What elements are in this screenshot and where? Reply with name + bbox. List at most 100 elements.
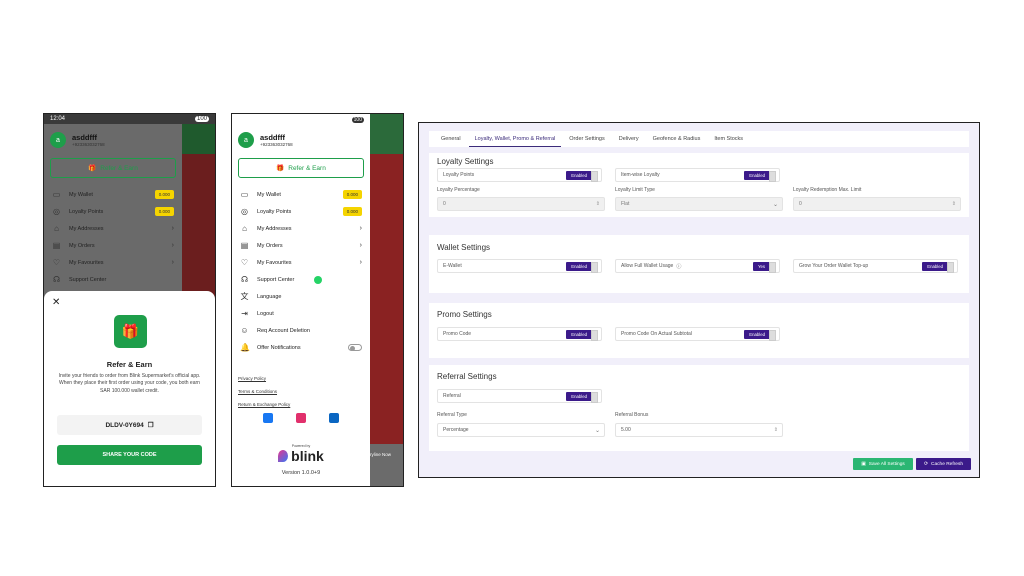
loyalty-icon: ◎ <box>241 207 248 216</box>
gift-icon: 🎁 <box>114 315 147 348</box>
menu-label: Support Center <box>69 276 107 283</box>
return-policy-link[interactable]: Return & Exchange Policy <box>238 398 364 411</box>
admin-settings-panel: General Loyalty, Wallet, Promo & Referra… <box>418 122 980 478</box>
wallet-icon: ▭ <box>52 190 61 199</box>
loyalty-points-toggle[interactable]: Enabled <box>566 171 598 182</box>
menu-label: Support Center <box>257 276 295 283</box>
privacy-policy-link[interactable]: Privacy Policy <box>238 372 364 385</box>
refer-earn-button[interactable]: 🎁 Refer & Earn <box>50 158 176 178</box>
save-icon: ▣ <box>861 461 866 467</box>
loyalty-percentage-label: Loyalty Percentage <box>437 187 480 193</box>
address-icon: ⌂ <box>242 224 247 233</box>
wallet-balance-badge: 0.000 <box>342 190 362 199</box>
status-bar: 100 <box>232 114 370 126</box>
referral-code-box[interactable]: DLDV-0Y694 ❐ <box>57 415 202 435</box>
loyalty-limit-type-label: Loyalty Limit Type <box>615 187 655 193</box>
copy-icon[interactable]: ❐ <box>148 421 154 429</box>
user-header: a asddfff +923363032768 <box>232 126 370 156</box>
tab-delivery[interactable]: Delivery <box>613 131 645 147</box>
user-delete-icon: ☺ <box>240 326 249 335</box>
referral-type-select[interactable]: Percentage ⌄ <box>437 423 605 437</box>
chevron-down-icon: ⌄ <box>594 427 600 434</box>
loyalty-limit-type-select[interactable]: Flat ⌄ <box>615 197 783 211</box>
promo-settings-card: Promo Settings Promo Code Enabled Promo … <box>429 303 969 358</box>
share-code-button[interactable]: SHARE YOUR CODE <box>57 445 202 465</box>
avatar: a <box>238 132 254 148</box>
menu-item-notifications[interactable]: 🔔 Offer Notifications <box>232 339 370 356</box>
menu-item-orders[interactable]: ▤ My Orders › <box>232 237 370 254</box>
spinner-icon: ⇕ <box>595 201 600 207</box>
menu-item-logout[interactable]: ⇥ Logout <box>232 305 370 322</box>
menu-item-language[interactable]: 文 Language <box>232 288 370 305</box>
refer-earn-button[interactable]: 🎁 Refer & Earn <box>238 158 364 178</box>
referral-toggle[interactable]: Enabled <box>566 392 598 403</box>
loyalty-badge: 0.000 <box>342 207 362 216</box>
menu-item-wallet[interactable]: ▭ My Wallet 0.000 <box>44 186 182 203</box>
tab-geofence[interactable]: Geofence & Radius <box>647 131 707 147</box>
linkedin-icon[interactable] <box>328 413 339 423</box>
menu-item-favourites[interactable]: ♡ My Favourites › <box>44 254 182 271</box>
status-bar: 12:04 100 <box>44 114 215 124</box>
logout-icon: ⇥ <box>241 309 248 318</box>
close-icon[interactable]: ✕ <box>52 297 60 308</box>
menu-item-loyalty[interactable]: ◎ Loyalty Points 0.000 <box>232 203 370 220</box>
menu-label: Language <box>257 293 282 300</box>
menu-label: Loyalty Points <box>257 208 292 215</box>
promo-code-toggle[interactable]: Enabled <box>566 330 598 341</box>
facebook-icon[interactable] <box>263 413 274 423</box>
policy-links: Privacy Policy Terms & Conditions Return… <box>232 372 370 411</box>
wallet-balance-badge: 0.000 <box>154 190 174 199</box>
version-text: Version 1.0.0+9 <box>281 470 321 476</box>
menu-item-wallet[interactable]: ▭ My Wallet 0.000 <box>232 186 370 203</box>
chevron-right-icon: › <box>359 225 362 232</box>
loyalty-max-limit-input[interactable]: 0 ⇕ <box>793 197 961 211</box>
item-wise-loyalty-toggle[interactable]: Enabled <box>744 171 776 182</box>
full-wallet-usage-field: Allow Full Wallet Usage ⓘ Yes <box>615 259 780 273</box>
menu-item-delete-account[interactable]: ☺ Req Account Deletion <box>232 322 370 339</box>
ewallet-field: E-Wallet Enabled <box>437 259 602 273</box>
info-icon: ⓘ <box>676 263 682 270</box>
field-label: Promo Code <box>443 331 472 337</box>
user-phone: +923363032768 <box>260 142 293 147</box>
menu-item-support[interactable]: ☊ Support Center <box>232 271 370 288</box>
menu-item-favourites[interactable]: ♡ My Favourites › <box>232 254 370 271</box>
refer-earn-label: Refer & Earn <box>100 164 138 172</box>
full-wallet-usage-toggle[interactable]: Yes <box>752 262 777 273</box>
tab-item-stocks[interactable]: Item Stocks <box>708 131 749 147</box>
spinner-icon: ⇕ <box>951 201 956 207</box>
cache-refresh-button[interactable]: ⟳ Cache Refresh <box>916 458 971 470</box>
tab-order-settings[interactable]: Order Settings <box>563 131 610 147</box>
menu-item-loyalty[interactable]: ◎ Loyalty Points 0.000 <box>44 203 182 220</box>
orders-icon: ▤ <box>240 241 249 250</box>
tab-loyalty-wallet-promo-referral[interactable]: Loyalty, Wallet, Promo & Referral <box>468 131 562 147</box>
menu-item-addresses[interactable]: ⌂ My Addresses › <box>232 220 370 237</box>
section-title: Promo Settings <box>437 310 492 319</box>
menu-label: My Favourites <box>69 259 104 266</box>
sheet-description: Invite your friends to order from Blink … <box>58 373 201 394</box>
instagram-icon[interactable] <box>295 413 306 423</box>
loyalty-icon: ◎ <box>53 207 60 216</box>
wallet-topup-toggle[interactable]: Enabled <box>922 262 954 273</box>
blink-logo: blink <box>232 448 370 464</box>
promo-actual-subtotal-toggle[interactable]: Enabled <box>744 330 776 341</box>
ewallet-toggle[interactable]: Enabled <box>566 262 598 273</box>
menu-item-support[interactable]: ☊ Support Center <box>44 271 182 288</box>
field-value: 5.00 <box>621 427 631 433</box>
status-time: 12:04 <box>50 116 66 122</box>
field-value: Flat <box>621 201 630 207</box>
battery-indicator: 100 <box>351 117 364 123</box>
tab-general[interactable]: General <box>435 131 467 147</box>
referral-bonus-input[interactable]: 5.00 ⇕ <box>615 423 783 437</box>
notifications-toggle[interactable] <box>348 344 362 351</box>
field-value: Percentage <box>443 427 469 433</box>
menu-item-orders[interactable]: ▤ My Orders › <box>44 237 182 254</box>
field-label: Referral <box>443 393 461 399</box>
user-name: asddfff <box>72 133 97 142</box>
menu-item-addresses[interactable]: ⌂ My Addresses › <box>44 220 182 237</box>
user-phone: +923363032768 <box>72 142 105 147</box>
blink-logo-icon <box>278 450 289 462</box>
save-all-settings-button[interactable]: ▣ Save All Settings <box>853 458 913 470</box>
terms-link[interactable]: Terms & Conditions <box>238 385 364 398</box>
loyalty-points-field: Loyalty Points Enabled <box>437 168 602 182</box>
loyalty-percentage-input[interactable]: 0 ⇕ <box>437 197 605 211</box>
